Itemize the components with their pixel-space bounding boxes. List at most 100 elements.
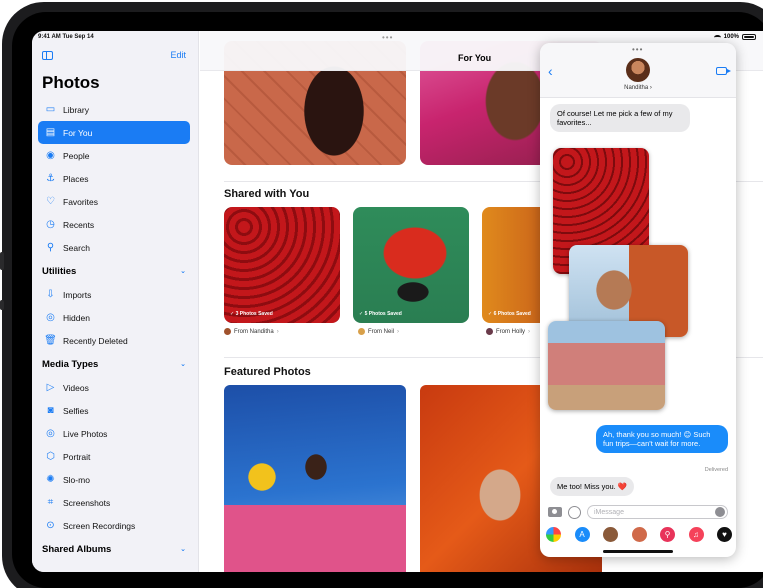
sidebar-item-videos[interactable]: ▷ Videos (38, 376, 190, 399)
memoji-stickers-icon[interactable] (631, 526, 647, 542)
sidebar-item-label: Search (63, 242, 90, 253)
from-label: From Holly (496, 328, 526, 335)
app-store-icon[interactable] (568, 505, 581, 519)
sidebar-title: Photos (42, 73, 100, 92)
sidebar-toggle-icon[interactable] (42, 50, 53, 60)
sidebar-item-label: Imports (63, 289, 92, 300)
sidebar: 9:41 AM Tue Sep 14 Edit Photos ▭ Library … (32, 31, 199, 572)
eye-icon: ◎ (46, 311, 55, 323)
video-icon: ▷ (46, 381, 55, 393)
featured-photos-title: Featured Photos (224, 366, 311, 378)
sidebar-item-search[interactable]: ⚲ Search (38, 236, 190, 259)
message-bubble-incoming: Me too! Miss you. ❤️ (550, 477, 635, 496)
section-label: Media Types (42, 358, 99, 370)
sidebar-item-screenshots[interactable]: ⌗ Screenshots (38, 491, 190, 514)
message-bubble-incoming: Of course! Let me pick a few of my favor… (550, 104, 690, 132)
section-label: Shared Albums (42, 543, 112, 555)
sidebar-item-label: Screen Recordings (63, 520, 136, 531)
message-placeholder: iMessage (594, 508, 624, 516)
people-icon: ◉ (46, 149, 55, 161)
contact-name-label: Nanditha (624, 85, 649, 91)
imessage-app-drawer: A ⚲ ♫ ♥ (546, 525, 732, 543)
edit-button[interactable]: Edit (170, 50, 186, 60)
screenshot-icon: ⌗ (47, 496, 54, 508)
sidebar-item-portrait[interactable]: ⬡ Portrait (38, 445, 190, 468)
sidebar-item-label: Slo-mo (63, 474, 90, 485)
shared-photo-bus[interactable] (548, 321, 665, 410)
delivered-status: Delivered (704, 467, 728, 473)
shared-card-neil[interactable]: ✓ 5 Photos Saved (353, 207, 469, 323)
multitasking-dots-icon[interactable]: ••• (382, 33, 393, 42)
side-button (0, 300, 4, 310)
video-call-icon[interactable] (716, 67, 731, 75)
media-types-section-header[interactable]: Media Types ⌄ (38, 352, 190, 376)
photos-app-icon[interactable] (546, 526, 561, 542)
shared-from-holly[interactable]: From Holly › (486, 328, 530, 335)
shared-with-you-title: Shared with You (224, 188, 310, 200)
photos-saved-label: ✓ 6 Photos Saved (488, 311, 531, 317)
message-bubble-outgoing: Ah, thank you so much! 😊 Such fun trips—… (596, 425, 728, 453)
app-store-app-icon[interactable]: A (574, 526, 590, 542)
clock-icon: ◷ (46, 218, 55, 230)
sidebar-item-recents[interactable]: ◷ Recents (38, 213, 190, 236)
featured-photo-flowers[interactable] (224, 385, 406, 572)
messages-slide-over: ••• ‹ Nanditha › Of course! Let me pick … (540, 43, 736, 557)
sidebar-item-label: Selfies (63, 405, 89, 416)
chevron-down-icon[interactable]: ⌄ (180, 267, 186, 275)
music-icon[interactable]: ♫ (688, 526, 704, 542)
battery-percent: 100% (723, 34, 739, 40)
avatar (486, 328, 493, 335)
back-chevron-icon[interactable]: ‹ (548, 63, 553, 79)
shared-from-nanditha[interactable]: From Nanditha › (224, 328, 279, 335)
sidebar-item-label: Library (63, 104, 89, 115)
utilities-section-header[interactable]: Utilities ⌄ (38, 259, 190, 283)
chevron-down-icon[interactable]: ⌄ (180, 360, 186, 368)
sidebar-item-library[interactable]: ▭ Library (38, 98, 190, 121)
camera-icon[interactable] (548, 507, 562, 517)
sidebar-item-slo-mo[interactable]: ✺ Slo-mo (38, 468, 190, 491)
audio-icon[interactable] (715, 507, 725, 517)
section-label: Utilities (42, 265, 77, 277)
sidebar-item-recently-deleted[interactable]: 🗑 Recently Deleted (38, 329, 190, 352)
search-images-icon[interactable]: ⚲ (660, 526, 675, 542)
sidebar-item-label: People (63, 150, 90, 161)
sidebar-item-selfies[interactable]: ◙ Selfies (38, 399, 190, 422)
sidebar-item-live-photos[interactable]: ◎ Live Photos (38, 422, 190, 445)
sidebar-item-hidden[interactable]: ◎ Hidden (38, 306, 190, 329)
volume-button (0, 252, 4, 270)
wifi-icon (713, 34, 721, 40)
sidebar-item-screen-recordings[interactable]: ⊙ Screen Recordings (38, 514, 190, 537)
sidebar-item-label: Portrait (63, 451, 91, 462)
sidebar-item-label: Videos (63, 382, 89, 393)
cube-icon: ⬡ (46, 450, 55, 462)
chevron-right-icon: › (397, 328, 400, 335)
sidebar-item-label: Screenshots (63, 497, 111, 508)
sidebar-item-label: Hidden (63, 312, 90, 323)
contact-name[interactable]: Nanditha › (540, 85, 736, 91)
shared-albums-section-header[interactable]: Shared Albums ⌄ (38, 537, 190, 561)
from-label: From Neil (368, 328, 395, 335)
avatar[interactable] (626, 58, 650, 82)
sidebar-list: ▭ Library ▤ For You ◉ People ⚓ Places ♡ Favor… (38, 98, 190, 561)
sidebar-item-for-you[interactable]: ▤ For You (38, 121, 190, 144)
message-input-bar: iMessage (548, 505, 728, 519)
battery-icon (742, 34, 756, 40)
sidebar-item-people[interactable]: ◉ People (38, 144, 190, 167)
memoji-icon[interactable] (603, 526, 618, 542)
chevron-right-icon: › (276, 328, 279, 335)
library-icon: ▭ (45, 103, 56, 115)
sidebar-item-places[interactable]: ⚓ Places (38, 167, 190, 190)
chevron-down-icon[interactable]: ⌄ (180, 545, 186, 553)
screen: 9:41 AM Tue Sep 14 Edit Photos ▭ Library … (32, 31, 763, 572)
photos-saved-label: ✓ 5 Photos Saved (359, 311, 402, 317)
sidebar-item-favorites[interactable]: ♡ Favorites (38, 190, 190, 213)
digital-touch-icon[interactable]: ♥ (717, 526, 732, 542)
grabber-dots-icon[interactable]: ••• (632, 45, 643, 54)
shared-card-nanditha[interactable]: ✓ 3 Photos Saved (224, 207, 340, 323)
message-field[interactable]: iMessage (587, 505, 728, 519)
avatar (358, 328, 365, 335)
photos-saved-label: ✓ 3 Photos Saved (230, 311, 273, 317)
sidebar-item-imports[interactable]: ⇩ Imports (38, 283, 190, 306)
shared-from-neil[interactable]: From Neil › (358, 328, 399, 335)
status-time: 9:41 AM Tue Sep 14 (38, 34, 94, 40)
